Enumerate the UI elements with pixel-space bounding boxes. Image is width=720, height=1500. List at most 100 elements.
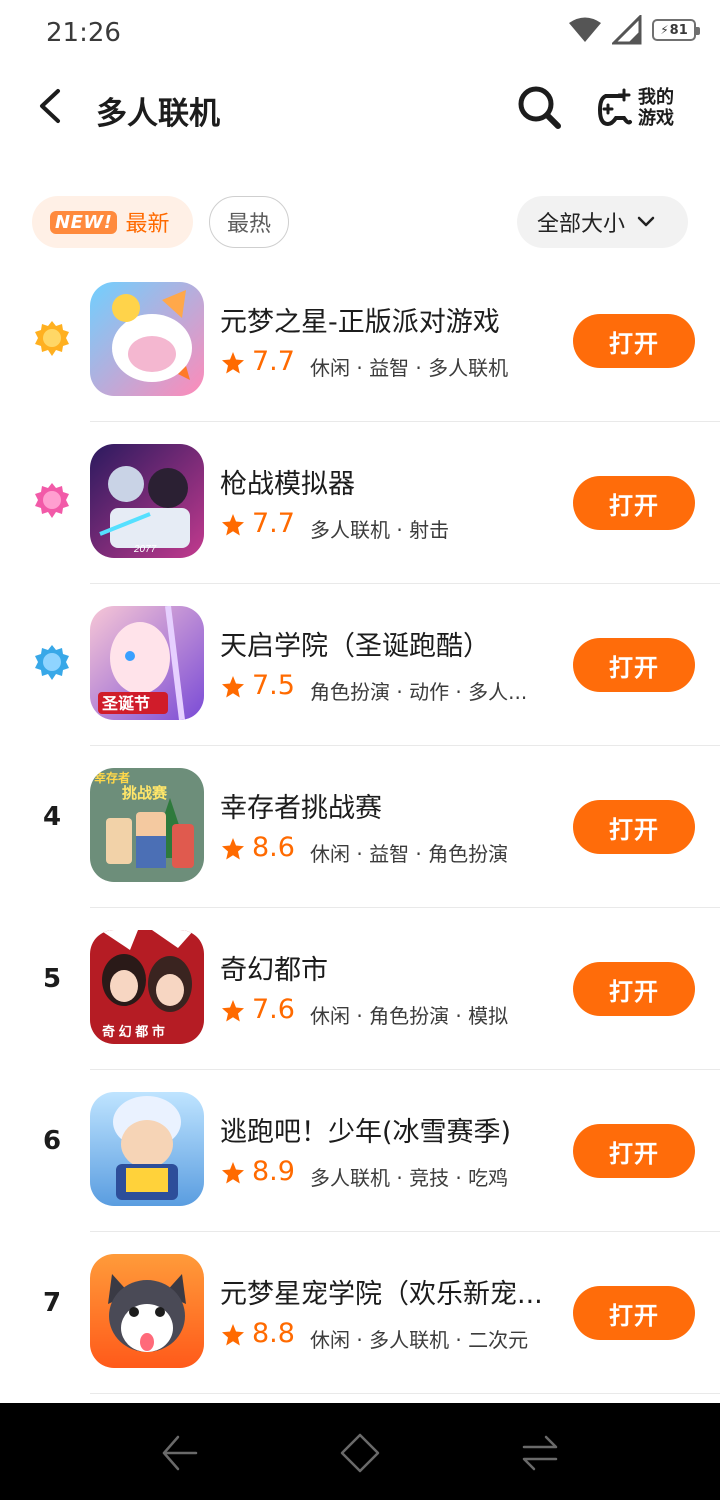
gold-medal-icon xyxy=(35,321,69,356)
open-button[interactable]: 打开 xyxy=(573,962,695,1016)
my-games-button[interactable]: 我的 游戏 xyxy=(596,82,688,134)
star-icon xyxy=(222,1324,244,1346)
app-icon[interactable]: 奇 幻 都 市 xyxy=(90,930,204,1044)
app-icon[interactable]: 2077 xyxy=(90,444,204,558)
game-artwork-image xyxy=(90,282,204,396)
app-name: 逃跑吧！少年(冰雪赛季) xyxy=(220,1117,512,1148)
icon-overlay-text: 圣诞节 xyxy=(101,694,150,713)
app-icon[interactable] xyxy=(90,1092,204,1206)
game-tags: 休闲 · 益智 · 多人联机 xyxy=(310,356,509,380)
nav-home-icon[interactable] xyxy=(338,1431,382,1475)
icon-overlay-text: 奇 幻 都 市 xyxy=(102,1024,165,1039)
game-tags: 多人联机 · 射击 xyxy=(310,518,450,542)
game-artwork-image xyxy=(90,1254,204,1368)
battery-level: 81 xyxy=(669,22,688,38)
app-icon[interactable] xyxy=(90,282,204,396)
game-tags: 休闲 · 益智 · 角色扮演 xyxy=(310,842,509,866)
star-icon xyxy=(222,838,244,860)
divider xyxy=(90,1393,720,1394)
rank-number: 4 xyxy=(42,802,62,832)
game-row[interactable]: 圣诞节 天启学院（圣诞跑酷） 7.5 角色扮演 · 动作 · 多人... 打开 xyxy=(0,584,720,746)
status-time: 21:26 xyxy=(46,18,121,48)
size-filter-label: 全部大小 xyxy=(537,212,626,237)
status-icons: ⚡ 81 xyxy=(568,14,700,46)
icon-overlay-text: 挑战赛 xyxy=(122,784,168,802)
rating-value: 8.6 xyxy=(252,832,295,863)
rating-value: 8.9 xyxy=(252,1156,295,1187)
star-icon xyxy=(222,514,244,536)
app-name: 元梦之星-正版派对游戏 xyxy=(220,307,500,338)
open-button[interactable]: 打开 xyxy=(573,1124,695,1178)
my-games-line2: 游戏 xyxy=(638,108,674,129)
nav-back-icon[interactable] xyxy=(158,1431,202,1475)
app-name: 幸存者挑战赛 xyxy=(220,793,382,824)
battery-icon: ⚡ 81 xyxy=(652,19,700,41)
my-games-line1: 我的 xyxy=(638,87,674,108)
rating-value: 7.7 xyxy=(252,346,295,377)
star-icon xyxy=(222,352,244,374)
app-name: 奇幻都市 xyxy=(220,955,328,986)
app-icon[interactable] xyxy=(90,1254,204,1368)
open-button[interactable]: 打开 xyxy=(573,314,695,368)
open-button[interactable]: 打开 xyxy=(573,476,695,530)
game-row[interactable]: 5 奇 幻 都 市 奇幻都市 7.6 休闲 · 角色扮演 · 模拟 打开 xyxy=(0,908,720,1070)
chevron-down-icon xyxy=(637,216,655,227)
rank-number: 5 xyxy=(42,964,62,994)
back-button[interactable] xyxy=(28,84,72,128)
search-button[interactable] xyxy=(514,82,564,132)
game-artwork-image: 奇 幻 都 市 xyxy=(90,930,204,1044)
game-row[interactable]: 2077 枪战模拟器 7.7 多人联机 · 射击 打开 xyxy=(0,422,720,584)
game-tags: 休闲 · 角色扮演 · 模拟 xyxy=(310,1004,509,1028)
open-button[interactable]: 打开 xyxy=(573,638,695,692)
game-artwork-image: 圣诞节 xyxy=(90,606,204,720)
rating-value: 7.5 xyxy=(252,670,295,701)
wifi-icon xyxy=(569,17,601,42)
nav-recents-icon[interactable] xyxy=(518,1431,562,1475)
gamepad-icon xyxy=(597,88,632,127)
icon-overlay-text: 幸存者 xyxy=(94,770,130,785)
system-nav-bar xyxy=(0,1403,720,1500)
game-list: 元梦之星-正版派对游戏 7.7 休闲 · 益智 · 多人联机 打开 2077 枪… xyxy=(0,260,720,1394)
open-button[interactable]: 打开 xyxy=(573,800,695,854)
rank-number: 6 xyxy=(42,1126,62,1156)
game-tags: 休闲 · 多人联机 · 二次元 xyxy=(310,1328,529,1352)
header: 多人联机 我的 游戏 xyxy=(0,70,720,150)
game-row[interactable]: 7 元梦星宠学院（欢乐新宠... 8.8 休闲 · 多人联机 · 二次元 打开 xyxy=(0,1232,720,1394)
filter-newest-label: 最新 xyxy=(125,212,170,237)
app-name: 元梦星宠学院（欢乐新宠... xyxy=(220,1279,543,1310)
game-tags: 角色扮演 · 动作 · 多人... xyxy=(310,680,528,704)
game-row[interactable]: 元梦之星-正版派对游戏 7.7 休闲 · 益智 · 多人联机 打开 xyxy=(0,260,720,422)
status-bar: 21:26 ⚡ 81 xyxy=(0,0,720,66)
app-name: 枪战模拟器 xyxy=(220,469,355,500)
new-badge: NEW! xyxy=(50,210,118,234)
pink-medal-icon xyxy=(35,483,69,518)
blue-medal-icon xyxy=(35,645,69,680)
game-artwork-image: 幸存者 挑战赛 xyxy=(90,768,204,882)
rating-value: 7.7 xyxy=(252,508,295,539)
app-name: 天启学院（圣诞跑酷） xyxy=(220,631,490,662)
cell-signal-icon xyxy=(612,15,642,45)
game-artwork-image xyxy=(90,1092,204,1206)
icon-overlay-text: 2077 xyxy=(133,544,157,555)
open-button[interactable]: 打开 xyxy=(573,1286,695,1340)
rating-value: 8.8 xyxy=(252,1318,295,1349)
size-filter-select[interactable]: 全部大小 xyxy=(517,196,688,248)
filter-bar: NEW! 最新 最热 全部大小 xyxy=(0,195,720,251)
rating-value: 7.6 xyxy=(252,994,295,1025)
star-icon xyxy=(222,1162,244,1184)
filter-newest-chip[interactable]: NEW! 最新 xyxy=(32,196,193,248)
search-icon xyxy=(518,86,561,129)
game-row[interactable]: 4 幸存者 挑战赛 幸存者挑战赛 8.6 休闲 · 益智 · 角色扮演 打开 xyxy=(0,746,720,908)
game-artwork-image: 2077 xyxy=(90,444,204,558)
my-games-label: 我的 游戏 xyxy=(638,87,674,129)
filter-hottest-chip[interactable]: 最热 xyxy=(209,196,289,248)
app-icon[interactable]: 圣诞节 xyxy=(90,606,204,720)
rank-number: 7 xyxy=(42,1288,62,1318)
page-title: 多人联机 xyxy=(96,96,220,132)
chevron-left-icon xyxy=(40,89,60,123)
star-icon xyxy=(222,676,244,698)
game-row[interactable]: 6 逃跑吧！少年(冰雪赛季) 8.9 多人联机 · 竞技 · 吃鸡 打开 xyxy=(0,1070,720,1232)
game-tags: 多人联机 · 竞技 · 吃鸡 xyxy=(310,1166,509,1190)
app-icon[interactable]: 幸存者 挑战赛 xyxy=(90,768,204,882)
star-icon xyxy=(222,1000,244,1022)
